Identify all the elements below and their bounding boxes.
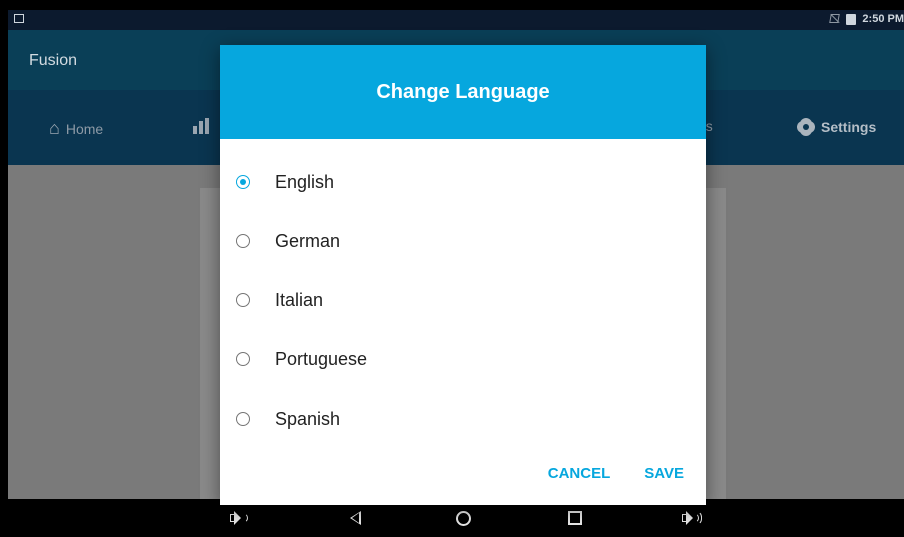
- radio-unchecked-icon[interactable]: [236, 352, 250, 366]
- app-title: Fusion: [29, 52, 78, 69]
- change-language-dialog: Change Language English German Italian P…: [220, 45, 706, 505]
- language-option-italian[interactable]: Italian: [236, 280, 676, 320]
- volume-up-icon: [682, 511, 702, 525]
- no-sim-icon: [830, 14, 840, 24]
- language-option-portuguese[interactable]: Portuguese: [236, 339, 676, 379]
- radio-checked-icon[interactable]: [236, 175, 250, 189]
- language-option-english[interactable]: English: [236, 162, 676, 202]
- tab-home-label: Home: [65, 120, 104, 137]
- bar-chart-icon: [193, 118, 209, 134]
- home-circle-icon: [455, 510, 471, 526]
- language-label: English: [275, 171, 335, 192]
- radio-unchecked-icon[interactable]: [236, 234, 250, 248]
- language-option-german[interactable]: German: [236, 221, 676, 261]
- language-label: German: [275, 230, 341, 251]
- radio-unchecked-icon[interactable]: [236, 293, 250, 307]
- dialog-header: Change Language: [220, 45, 706, 139]
- tab-settings-label: Settings: [821, 119, 877, 135]
- tab-settings[interactable]: Settings: [797, 118, 876, 136]
- gear-icon: [797, 118, 815, 136]
- cancel-button[interactable]: CANCEL: [548, 465, 611, 482]
- recent-apps-icon: [568, 511, 582, 525]
- radio-unchecked-icon[interactable]: [236, 412, 250, 426]
- dialog-title: Change Language: [376, 80, 550, 103]
- tab-statistics[interactable]: [193, 118, 209, 134]
- language-label: Portuguese: [275, 348, 368, 369]
- language-label: Spanish: [275, 408, 341, 429]
- home-icon: ⌂: [49, 118, 60, 138]
- language-option-spanish[interactable]: Spanish: [236, 399, 676, 439]
- volume-down-icon: [230, 511, 248, 525]
- screenshot-icon: [14, 14, 24, 23]
- status-icons: 2:50 PM: [830, 13, 904, 25]
- save-button[interactable]: SAVE: [644, 465, 684, 482]
- status-time: 2:50 PM: [862, 13, 904, 25]
- back-icon: [349, 511, 361, 525]
- tab-home[interactable]: ⌂ Home: [49, 118, 103, 139]
- status-bar: 2:50 PM: [8, 10, 904, 30]
- dialog-actions: CANCEL SAVE: [548, 465, 684, 482]
- battery-charging-icon: [846, 13, 857, 25]
- language-label: Italian: [275, 289, 324, 310]
